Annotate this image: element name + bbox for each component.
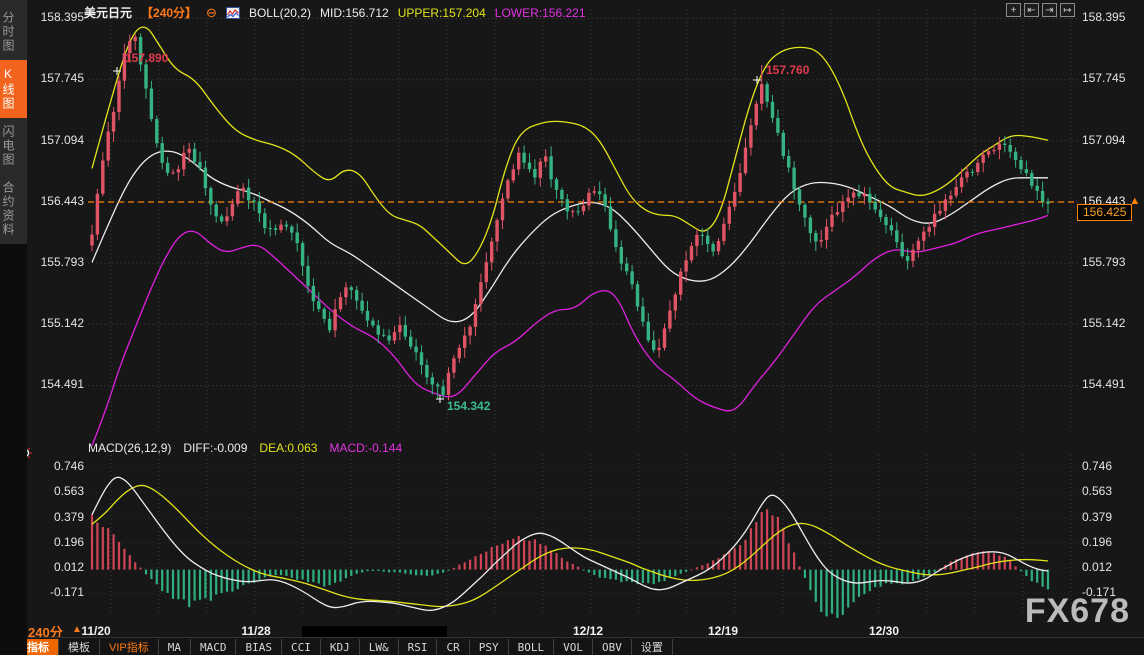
price-tick-label: 157.745 bbox=[30, 71, 84, 85]
price-tick-label: 155.793 bbox=[30, 255, 84, 269]
date-label: 12/30 bbox=[869, 624, 899, 638]
sidebar-tab-contract-info[interactable]: 合约资料 bbox=[0, 174, 27, 244]
macd-dea-value: DEA:0.063 bbox=[259, 441, 317, 455]
chart-header: 美元日元 【240分】 ⊖ BOLL(20,2) MID:156.712 UPP… bbox=[84, 4, 586, 21]
crosshair-icon[interactable]: + bbox=[1006, 3, 1021, 17]
macd-histogram bbox=[91, 509, 1049, 618]
price-tick-label: 154.491 bbox=[30, 377, 84, 391]
macd-header: MACD(26,12,9) DIFF:-0.009 DEA:0.063 MACD… bbox=[88, 441, 402, 455]
toolbar-item-template[interactable]: 模板 bbox=[59, 639, 100, 655]
price-annotation: 154.342 bbox=[447, 399, 491, 413]
macd-tick-label: 0.746 bbox=[1082, 459, 1140, 473]
watermark: FX678 bbox=[1025, 592, 1130, 631]
dea-line bbox=[92, 485, 1048, 606]
diff-line bbox=[92, 477, 1048, 610]
toolbar-item-rsi[interactable]: RSI bbox=[399, 639, 438, 655]
macd-params: MACD(26,12,9) bbox=[88, 441, 171, 455]
macd-lines bbox=[92, 477, 1048, 610]
chart-canvas[interactable]: 157.890 157.760 154.342 bbox=[0, 0, 1144, 655]
boll-mid-value: MID:156.712 bbox=[320, 6, 389, 20]
macd-tick-label: 0.379 bbox=[1082, 510, 1140, 524]
bollinger-bands bbox=[92, 27, 1048, 446]
macd-tick-label: 0.012 bbox=[1082, 560, 1140, 574]
price-tick-label: 157.094 bbox=[30, 133, 84, 147]
boll-mid-line bbox=[92, 151, 1048, 322]
price-tick-label: 154.491 bbox=[1082, 377, 1140, 391]
compress-right-icon[interactable]: ⇥ bbox=[1042, 3, 1057, 17]
grid bbox=[88, 10, 1078, 615]
sidebar-tab-time-chart[interactable]: 分时图 bbox=[0, 4, 27, 60]
period-label: 【240分】 bbox=[141, 4, 197, 21]
date-label: 11/28 bbox=[241, 624, 270, 638]
toolbar-item-bias[interactable]: BIAS bbox=[236, 639, 282, 655]
toolbar-item-settings[interactable]: 设置 bbox=[632, 639, 673, 655]
sidebar-tab-kline-chart[interactable]: K线图 bbox=[0, 60, 27, 118]
date-label: 12/19 bbox=[708, 624, 738, 638]
macd-tick-label: 0.196 bbox=[1082, 535, 1140, 549]
macd-tick-label: 0.196 bbox=[30, 535, 84, 549]
left-sidebar: 分时图 K线图 闪电图 合约资料 bbox=[0, 0, 27, 655]
price-tick-label: 155.142 bbox=[1082, 316, 1140, 330]
toolbar-item-cr[interactable]: CR bbox=[437, 639, 469, 655]
macd-tick-label: 0.563 bbox=[30, 484, 84, 498]
collapse-icon[interactable]: ⊖ bbox=[206, 5, 217, 21]
price-annotation: 157.760 bbox=[766, 63, 810, 77]
price-tick-label: 155.142 bbox=[30, 316, 84, 330]
price-annotation: 157.890 bbox=[125, 51, 169, 65]
boll-lower-value: LOWER:156.221 bbox=[495, 6, 586, 20]
price-tick-label: 157.094 bbox=[1082, 133, 1140, 147]
macd-tick-label: 0.379 bbox=[30, 510, 84, 524]
macd-tick-label: -0.171 bbox=[30, 585, 84, 599]
annotations: 157.890 157.760 154.342 bbox=[113, 51, 810, 413]
boll-lower-line bbox=[92, 215, 1048, 445]
chart-type-tabs: 分时图 K线图 闪电图 合约资料 bbox=[0, 0, 27, 244]
indicator-toolbar: 指标 模板 VIP指标 MA MACD BIAS CCI KDJ LW& RSI… bbox=[18, 639, 673, 655]
toolbar-item-macd[interactable]: MACD bbox=[191, 639, 237, 655]
macd-diff-value: DIFF:-0.009 bbox=[183, 441, 247, 455]
price-tick-label: 158.395 bbox=[30, 10, 84, 24]
date-label: 11/20 bbox=[81, 624, 110, 638]
macd-tick-label: 0.012 bbox=[30, 560, 84, 574]
macd-tick-label: 0.563 bbox=[1082, 484, 1140, 498]
toolbar-item-vip-indicator[interactable]: VIP指标 bbox=[100, 639, 159, 655]
sidebar-tab-lightning-chart[interactable]: 闪电图 bbox=[0, 118, 27, 174]
macd-tick-label: 0.746 bbox=[30, 459, 84, 473]
price-tick-label: 156.443 bbox=[30, 194, 84, 208]
price-tick-label: 157.745 bbox=[1082, 71, 1140, 85]
price-tick-label: 155.793 bbox=[1082, 255, 1140, 269]
price-tick-label: 158.395 bbox=[1082, 10, 1140, 24]
boll-upper-value: UPPER:157.204 bbox=[398, 6, 486, 20]
toolbar-item-vol[interactable]: VOL bbox=[554, 639, 593, 655]
chart-tool-buttons: + ⇤ ⇥ ↦ bbox=[1006, 3, 1075, 17]
compress-left-icon[interactable]: ⇤ bbox=[1024, 3, 1039, 17]
toolbar-item-psy[interactable]: PSY bbox=[470, 639, 509, 655]
symbol-title: 美元日元 bbox=[84, 4, 132, 21]
toolbar-item-obv[interactable]: OBV bbox=[593, 639, 632, 655]
toolbar-item-ma[interactable]: MA bbox=[159, 639, 191, 655]
toolbar-item-boll[interactable]: BOLL bbox=[509, 639, 555, 655]
toolbar-item-cci[interactable]: CCI bbox=[282, 639, 321, 655]
toolbar-item-lw[interactable]: LW& bbox=[360, 639, 399, 655]
date-label: 12/12 bbox=[573, 624, 603, 638]
toolbar-item-kdj[interactable]: KDJ bbox=[321, 639, 360, 655]
boll-params: BOLL(20,2) bbox=[249, 6, 311, 20]
pan-right-icon[interactable]: ↦ bbox=[1060, 3, 1075, 17]
macd-macd-value: MACD:-0.144 bbox=[329, 441, 402, 455]
chart-thumbnail-icon[interactable] bbox=[226, 7, 240, 19]
boll-upper-line bbox=[92, 27, 1048, 263]
last-price-badge: 156.425 bbox=[1077, 204, 1132, 221]
